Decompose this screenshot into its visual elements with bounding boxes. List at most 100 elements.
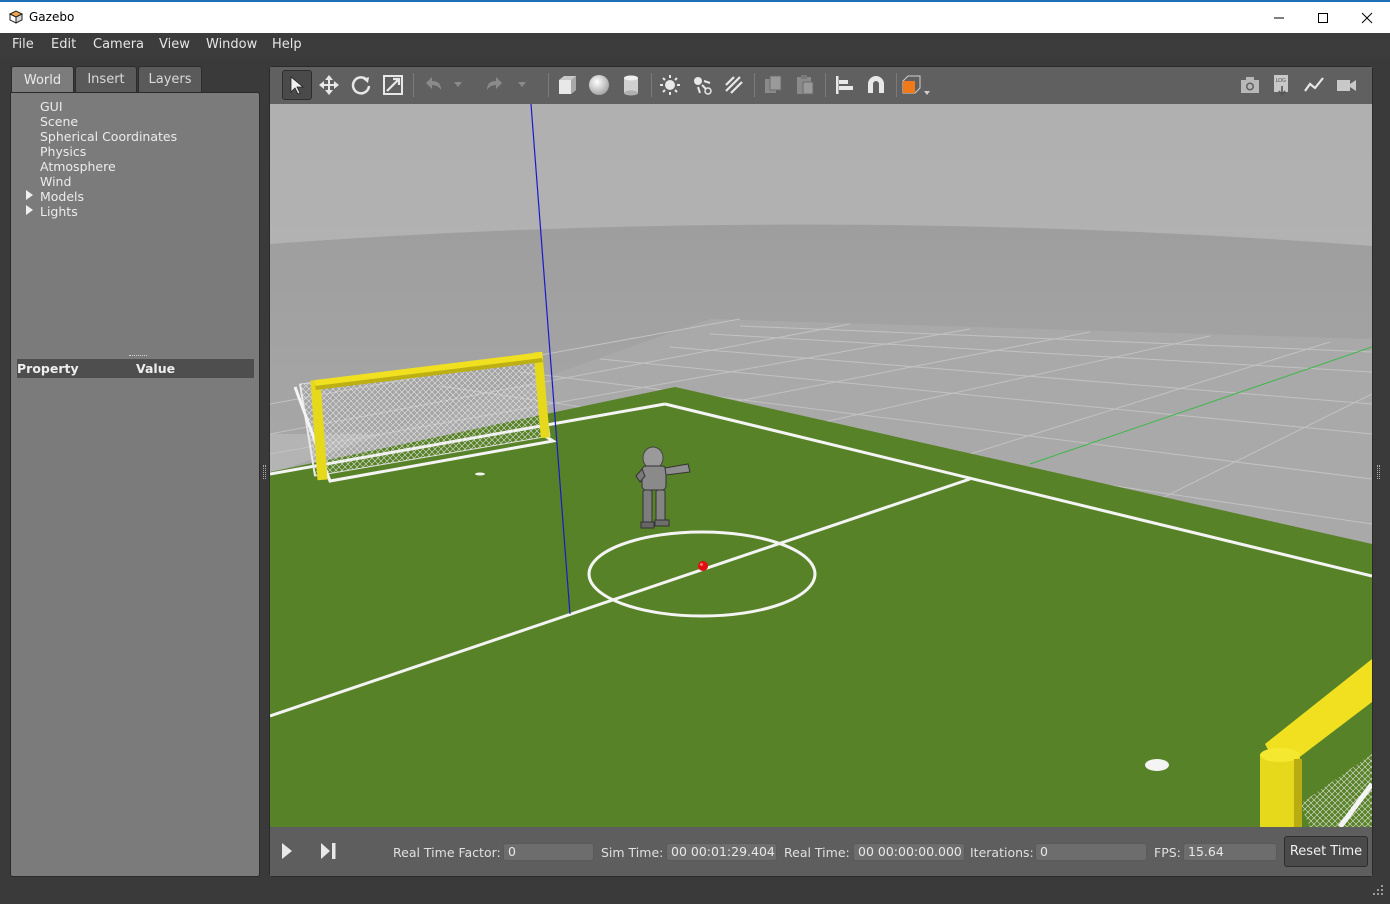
directional-light-button[interactable] bbox=[719, 70, 749, 100]
menu-bar: File Edit Camera View Window Help bbox=[0, 33, 1390, 57]
maximize-icon bbox=[1318, 12, 1328, 23]
expand-lights-icon[interactable] bbox=[26, 205, 33, 215]
cylinder-icon bbox=[624, 75, 638, 96]
rotate-mode-button[interactable] bbox=[346, 70, 376, 100]
undo-icon bbox=[426, 77, 441, 90]
align-button[interactable] bbox=[829, 70, 859, 100]
translate-mode-button[interactable] bbox=[314, 70, 344, 100]
property-column-header: Property bbox=[17, 361, 79, 376]
window-title: Gazebo bbox=[29, 10, 75, 24]
maximize-button[interactable] bbox=[1300, 2, 1346, 33]
title-bar: Gazebo bbox=[0, 0, 1390, 33]
spot-light-icon bbox=[694, 77, 712, 95]
fps-field: 15.64 bbox=[1183, 843, 1277, 861]
redo-button[interactable] bbox=[480, 70, 510, 100]
menu-help[interactable]: Help bbox=[272, 37, 302, 52]
screenshot-button[interactable] bbox=[1235, 70, 1265, 100]
close-button[interactable] bbox=[1344, 2, 1390, 33]
scene-render bbox=[270, 104, 1372, 827]
snap-button[interactable] bbox=[861, 70, 891, 100]
undo-history-dropdown[interactable] bbox=[450, 70, 466, 100]
tree-item-wind[interactable]: Wind bbox=[40, 174, 71, 189]
fps-label: FPS: bbox=[1154, 845, 1181, 860]
sim-time-label: Sim Time: bbox=[601, 845, 664, 860]
rotate-icon bbox=[351, 76, 371, 95]
iterations-label: Iterations: bbox=[970, 845, 1034, 860]
point-light-icon bbox=[660, 75, 680, 95]
paste-icon bbox=[797, 75, 814, 95]
align-icon bbox=[836, 76, 853, 94]
sphere-shape-button[interactable] bbox=[584, 70, 614, 100]
real-time-label: Real Time: bbox=[784, 845, 850, 860]
tree-item-atmosphere[interactable]: Atmosphere bbox=[40, 159, 116, 174]
translate-arrows-icon bbox=[319, 75, 339, 95]
tree-item-gui[interactable]: GUI bbox=[40, 99, 63, 114]
spot-light-button[interactable] bbox=[687, 70, 717, 100]
minimize-icon bbox=[1274, 17, 1284, 18]
chevron-down-icon bbox=[454, 82, 462, 87]
paste-button[interactable] bbox=[790, 70, 820, 100]
real-time-factor-label: Real Time Factor: bbox=[393, 845, 501, 860]
left-panel: World Insert Layers GUI Scene Spherical … bbox=[10, 66, 260, 877]
left-panel-resize-handle[interactable] bbox=[263, 465, 266, 479]
menu-camera[interactable]: Camera bbox=[93, 37, 144, 52]
tab-layers[interactable]: Layers bbox=[138, 66, 202, 92]
right-panel-resize-handle[interactable] bbox=[1377, 465, 1380, 479]
point-light-button[interactable] bbox=[655, 70, 685, 100]
svg-text:LOG: LOG bbox=[1276, 78, 1287, 84]
tree-item-scene[interactable]: Scene bbox=[40, 114, 78, 129]
undo-button[interactable] bbox=[418, 70, 448, 100]
tree-item-spherical-coordinates[interactable]: Spherical Coordinates bbox=[40, 129, 177, 144]
reset-time-button[interactable]: Reset Time bbox=[1284, 836, 1368, 867]
cylinder-shape-button[interactable] bbox=[616, 70, 646, 100]
gazebo-app-icon bbox=[8, 10, 24, 24]
sim-time-field: 00 00:01:29.404 bbox=[666, 843, 777, 861]
view-angle-button[interactable] bbox=[900, 70, 930, 100]
tree-item-physics[interactable]: Physics bbox=[40, 144, 86, 159]
3d-viewport[interactable] bbox=[270, 104, 1372, 827]
scale-icon bbox=[383, 75, 403, 95]
real-time-factor-field: 0 bbox=[503, 843, 594, 861]
value-column-header: Value bbox=[136, 361, 176, 376]
box-shape-button[interactable] bbox=[552, 70, 582, 100]
plot-line-icon bbox=[1304, 77, 1324, 92]
video-record-button[interactable] bbox=[1331, 70, 1361, 100]
render-toolbar: LOG bbox=[270, 67, 1372, 104]
plot-button[interactable] bbox=[1299, 70, 1329, 100]
menu-view[interactable]: View bbox=[159, 37, 190, 52]
copy-button[interactable] bbox=[758, 70, 788, 100]
select-mode-button[interactable] bbox=[282, 70, 312, 100]
scale-mode-button[interactable] bbox=[378, 70, 408, 100]
menu-file[interactable]: File bbox=[12, 37, 34, 52]
real-time-field: 00 00:00:00.000 bbox=[853, 843, 965, 861]
arrow-cursor-icon bbox=[290, 76, 305, 95]
redo-icon bbox=[487, 77, 502, 90]
close-icon bbox=[1361, 12, 1373, 23]
tab-insert[interactable]: Insert bbox=[75, 66, 137, 92]
step-forward-icon bbox=[321, 843, 336, 859]
play-button[interactable] bbox=[280, 842, 294, 864]
simulation-status-bar: Real Time Factor: 0 Sim Time: 00 00:01:2… bbox=[270, 827, 1372, 876]
world-tree-panel: GUI Scene Spherical Coordinates Physics … bbox=[10, 92, 260, 877]
copy-icon bbox=[765, 75, 782, 93]
play-icon bbox=[282, 843, 292, 859]
menu-edit[interactable]: Edit bbox=[51, 37, 76, 52]
step-button[interactable] bbox=[320, 842, 338, 864]
panel-splitter-handle[interactable] bbox=[129, 355, 147, 358]
iterations-field: 0 bbox=[1035, 843, 1147, 861]
minimize-button[interactable] bbox=[1256, 2, 1302, 33]
magnet-icon bbox=[868, 76, 884, 93]
tab-world[interactable]: World bbox=[11, 66, 74, 93]
menu-window[interactable]: Window bbox=[206, 37, 257, 52]
directional-light-icon bbox=[725, 76, 743, 94]
sphere-icon bbox=[589, 75, 609, 95]
expand-models-icon[interactable] bbox=[26, 190, 33, 200]
property-table-header: Property Value bbox=[17, 359, 254, 378]
resize-grip-icon[interactable] bbox=[1372, 884, 1384, 896]
log-button[interactable]: LOG bbox=[1267, 70, 1297, 100]
tree-item-models[interactable]: Models bbox=[40, 189, 84, 204]
view-angle-cube-icon bbox=[902, 75, 930, 95]
tree-item-lights[interactable]: Lights bbox=[40, 204, 78, 219]
camera-icon bbox=[1241, 77, 1259, 93]
redo-history-dropdown[interactable] bbox=[514, 70, 530, 100]
